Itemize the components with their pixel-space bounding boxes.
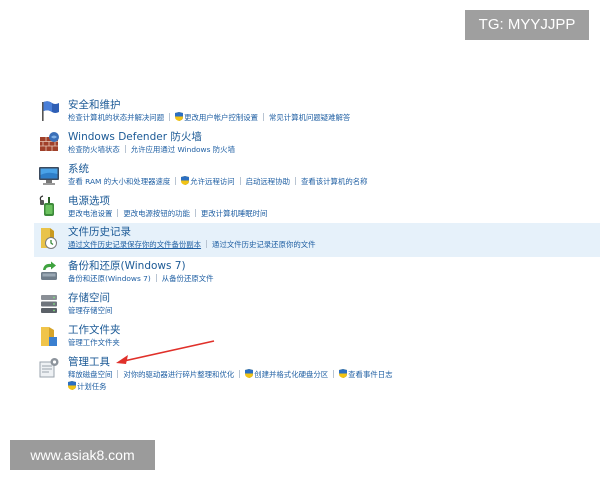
link-create-partition[interactable]: 创建并格式化硬盘分区 [254, 370, 328, 379]
category-title[interactable]: Windows Defender 防火墙 [68, 130, 600, 144]
computer-icon [39, 167, 59, 185]
link-backup-copies[interactable]: 通过文件历史记录保存你的文件备份副本 [68, 240, 201, 249]
uac-shield-icon [68, 381, 76, 390]
link-battery-settings[interactable]: 更改电池设置 [68, 209, 112, 218]
link-sleep-time[interactable]: 更改计算机睡眠时间 [201, 209, 268, 218]
control-panel-category-list: 安全和维护 检查计算机的状态并解决问题 更改用户帐户控制设置 常见计算机问题疑难解答… [34, 96, 600, 393]
watermark-bottom: www.asiak8.com [10, 440, 155, 470]
uac-shield-icon [339, 369, 347, 378]
category-work-folders: 工作文件夹 管理工作文件夹 [34, 321, 600, 353]
category-title[interactable]: 备份和还原(Windows 7) [68, 259, 600, 273]
category-title[interactable]: 安全和维护 [68, 98, 600, 112]
admin-tools-icon [39, 358, 59, 378]
link-check-status[interactable]: 检查计算机的状态并解决问题 [68, 113, 164, 122]
category-title[interactable]: 文件历史记录 [68, 225, 600, 239]
category-admin-tools: 管理工具 释放磁盘空间 对你的驱动器进行碎片整理和优化 创建并格式化硬盘分区 查看事件… [34, 353, 600, 393]
link-manage-work-folders[interactable]: 管理工作文件夹 [68, 338, 120, 347]
uac-shield-icon [175, 112, 183, 121]
category-title[interactable]: 存储空间 [68, 291, 600, 305]
category-security-maintenance: 安全和维护 检查计算机的状态并解决问题 更改用户帐户控制设置 常见计算机问题疑难解答 [34, 96, 600, 128]
link-computer-name[interactable]: 查看该计算机的名称 [301, 177, 368, 186]
link-defrag[interactable]: 对你的驱动器进行碎片整理和优化 [123, 370, 234, 379]
category-title[interactable]: 工作文件夹 [68, 323, 600, 337]
folder-icon [41, 327, 57, 346]
uac-shield-icon [245, 369, 253, 378]
firewall-icon [40, 132, 59, 151]
backup-icon [41, 261, 57, 280]
category-file-history: 文件历史记录 通过文件历史记录保存你的文件备份副本 通过文件历史记录还原你的文件 [34, 223, 600, 257]
power-icon [39, 195, 54, 216]
link-manage-storage[interactable]: 管理存储空间 [68, 306, 112, 315]
link-change-uac[interactable]: 更改用户帐户控制设置 [184, 113, 258, 122]
link-remote-assist[interactable]: 启动远程协助 [246, 177, 290, 186]
storage-icon [41, 295, 57, 313]
link-restore-from-backup[interactable]: 从备份还原文件 [162, 274, 214, 283]
link-power-button[interactable]: 更改电源按钮的功能 [123, 209, 190, 218]
link-firewall-status[interactable]: 检查防火墙状态 [68, 145, 120, 154]
uac-shield-icon [181, 176, 189, 185]
category-title[interactable]: 系统 [68, 162, 600, 176]
link-allow-app[interactable]: 允许应用通过 Windows 防火墙 [131, 145, 235, 154]
category-title[interactable]: 管理工具 [68, 355, 600, 369]
category-power: 电源选项 更改电池设置 更改电源按钮的功能 更改计算机睡眠时间 [34, 192, 600, 224]
link-backup-win7[interactable]: 备份和还原(Windows 7) [68, 274, 151, 283]
watermark-top: TG: MYYJJPP [465, 10, 589, 40]
category-title[interactable]: 电源选项 [68, 194, 600, 208]
category-firewall: Windows Defender 防火墙 检查防火墙状态 允许应用通过 Windo… [34, 128, 600, 160]
category-system: 系统 查看 RAM 的大小和处理器速度 允许远程访问 启动远程协助 查看该计算机的名称 [34, 160, 600, 192]
category-backup-restore: 备份和还原(Windows 7) 备份和还原(Windows 7) 从备份还原文件 [34, 257, 600, 289]
link-remote-access[interactable]: 允许远程访问 [190, 177, 234, 186]
link-event-log[interactable]: 查看事件日志 [348, 370, 392, 379]
file-history-icon [41, 228, 57, 249]
category-storage-spaces: 存储空间 管理存储空间 [34, 289, 600, 321]
link-view-ram[interactable]: 查看 RAM 的大小和处理器速度 [68, 177, 170, 186]
link-troubleshoot[interactable]: 常见计算机问题疑难解答 [269, 113, 350, 122]
link-schedule-tasks[interactable]: 计划任务 [77, 382, 107, 391]
link-restore-files[interactable]: 通过文件历史记录还原你的文件 [212, 240, 315, 249]
link-free-disk-space[interactable]: 释放磁盘空间 [68, 370, 112, 379]
flag-icon [42, 101, 59, 121]
